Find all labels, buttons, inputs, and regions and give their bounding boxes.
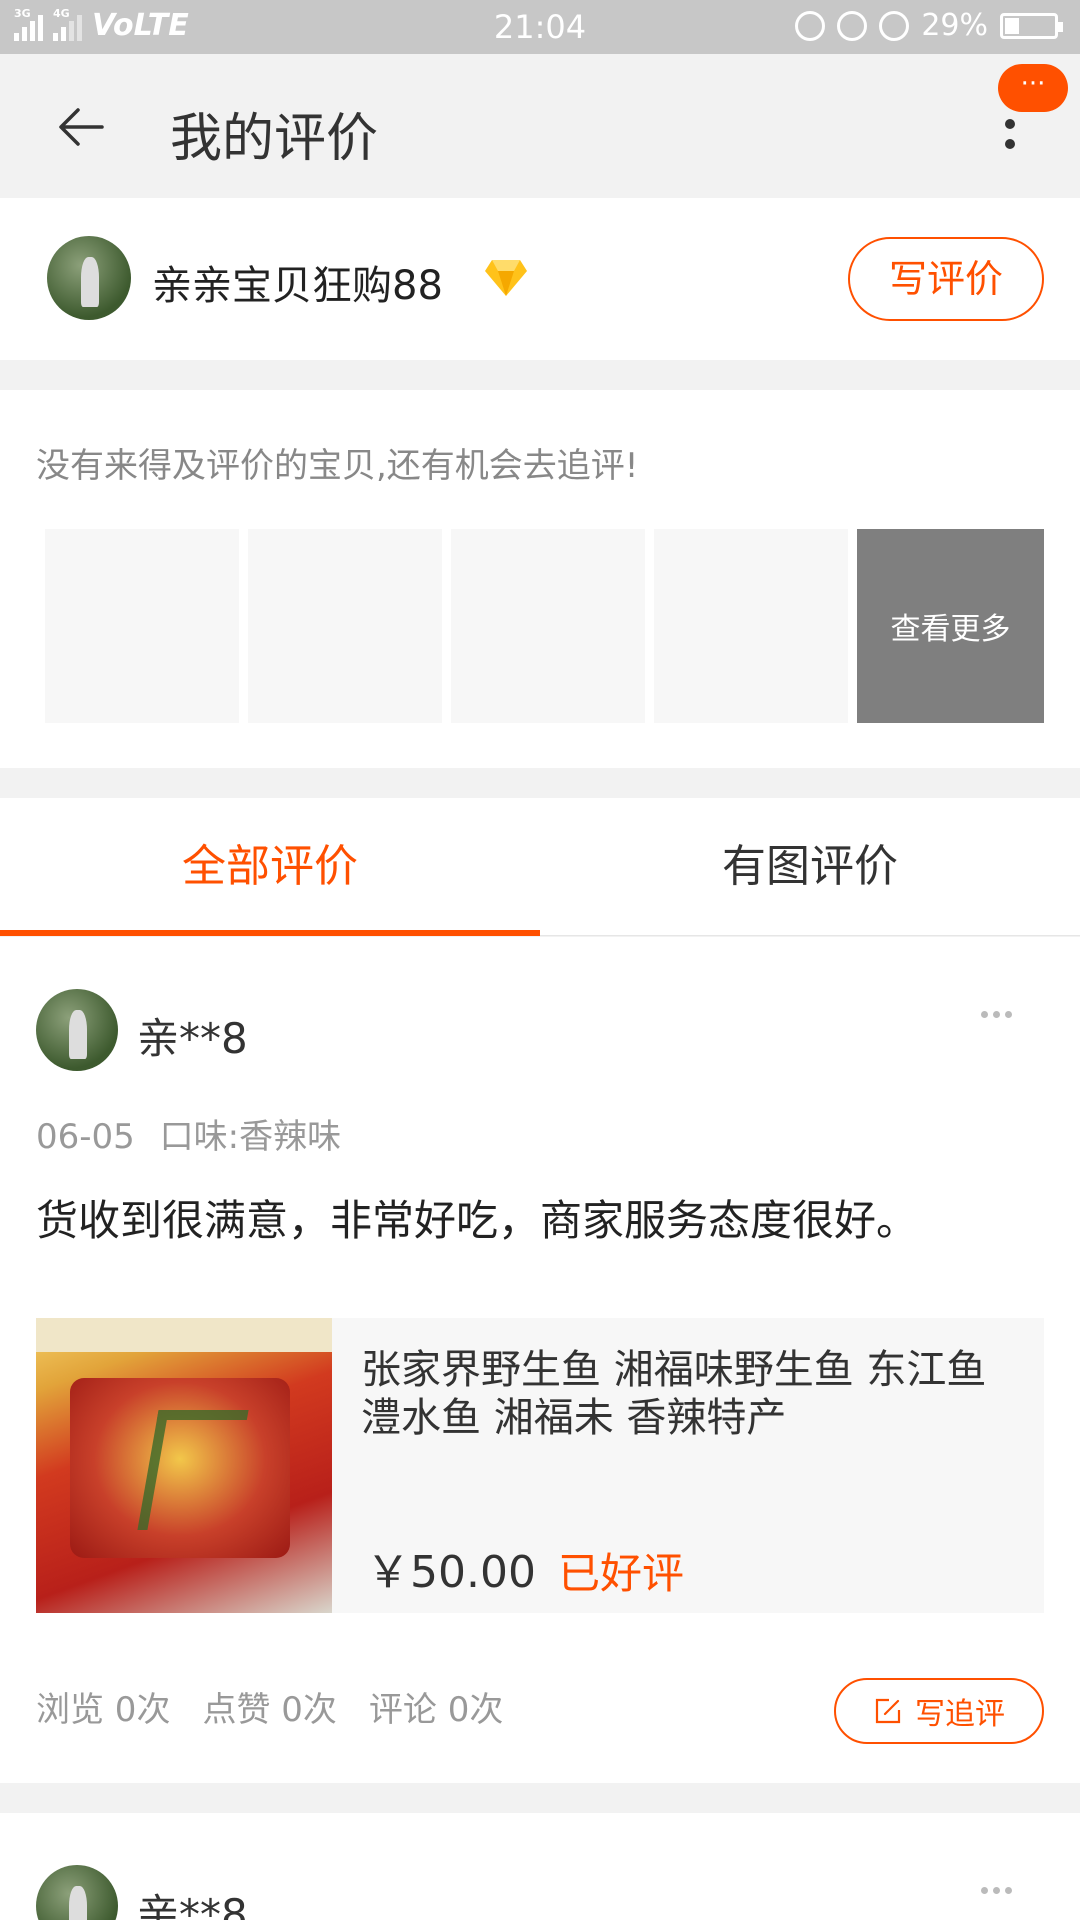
comments-count: 评论 0次: [368, 1690, 504, 1730]
review-date: 06-05: [36, 1117, 135, 1157]
review-more-icon[interactable]: [981, 1887, 1012, 1894]
alarm-icon: [879, 10, 910, 41]
user-name: 亲亲宝贝狂购88: [152, 263, 443, 309]
battery-level: [1005, 17, 1019, 34]
review-text: 货收到很满意，非常好吃，商家服务态度很好。: [36, 1196, 919, 1245]
pending-review-section: 没有来得及评价的宝贝,还有机会去追评! 查看更多: [0, 390, 1080, 768]
product-price: ￥50.00: [366, 1547, 536, 1598]
user-card: 亲亲宝贝狂购88 写评价: [0, 198, 1080, 360]
tab-all-reviews[interactable]: 全部评价: [0, 798, 540, 936]
page-title: 我的评价: [170, 109, 379, 169]
likes-count: 点赞 0次: [202, 1690, 337, 1730]
status-bar: 3G 4G VoLTE 21:04 29%: [0, 0, 1080, 54]
product-card[interactable]: 张家界野生鱼 湘福味野生鱼 东江鱼 澧水鱼 湘福未 香辣特产 ￥50.00 已好…: [36, 1318, 1044, 1613]
tab-photo-reviews[interactable]: 有图评价: [540, 798, 1080, 936]
pending-thumbnail[interactable]: [45, 529, 239, 723]
write-follow-up-button[interactable]: 写追评: [834, 1678, 1044, 1744]
reviewer-avatar[interactable]: [36, 989, 118, 1071]
pending-thumbnail[interactable]: [248, 529, 442, 723]
pending-thumbnails: 查看更多: [45, 529, 1044, 723]
review-status: 已好评: [558, 1549, 685, 1598]
avatar[interactable]: [47, 236, 131, 320]
pending-thumbnail[interactable]: [654, 529, 848, 723]
see-more-button[interactable]: 查看更多: [857, 529, 1044, 723]
more-options-icon[interactable]: [1004, 119, 1016, 149]
review-stats: 浏览 0次 点赞 0次 评论 0次: [36, 1682, 503, 1731]
edit-icon: [875, 1698, 901, 1724]
battery-percent: 29%: [921, 8, 988, 43]
battery-icon: [1000, 12, 1063, 39]
product-image: [36, 1318, 332, 1613]
review-spec: 口味:香辣味: [159, 1117, 342, 1157]
top-app-bar: 我的评价 ···: [0, 54, 1080, 198]
write-review-button[interactable]: 写评价: [848, 237, 1044, 321]
status-bar-right: 29%: [795, 8, 1063, 43]
rotation-lock-icon: [837, 10, 868, 41]
review-meta: 06-05 口味:香辣味: [36, 1109, 341, 1158]
review-card: 亲**8 06-05 口味:香辣味 货收到很满意，非常好吃，商家服务态度很好。 …: [0, 937, 1080, 1783]
write-follow-up-label: 写追评: [915, 1697, 1005, 1732]
pending-thumbnail[interactable]: [451, 529, 645, 723]
diamond-vip-icon: [485, 260, 527, 296]
product-title: 张家界野生鱼 湘福味野生鱼 东江鱼 澧水鱼 湘福未 香辣特产: [361, 1347, 987, 1441]
review-tabs: 全部评价 有图评价: [0, 798, 1080, 936]
views-count: 浏览 0次: [36, 1690, 171, 1730]
review-card: 亲**8: [0, 1813, 1080, 1920]
pending-hint: 没有来得及评价的宝贝,还有机会去追评!: [36, 446, 639, 486]
mute-icon: [795, 10, 826, 41]
reviewer-avatar[interactable]: [36, 1865, 118, 1920]
review-more-icon[interactable]: [981, 1011, 1012, 1018]
back-arrow-icon[interactable]: [56, 102, 106, 152]
message-badge[interactable]: ···: [998, 64, 1068, 112]
reviewer-name: 亲**8: [137, 1014, 248, 1063]
reviewer-name: 亲**8: [137, 1890, 248, 1920]
